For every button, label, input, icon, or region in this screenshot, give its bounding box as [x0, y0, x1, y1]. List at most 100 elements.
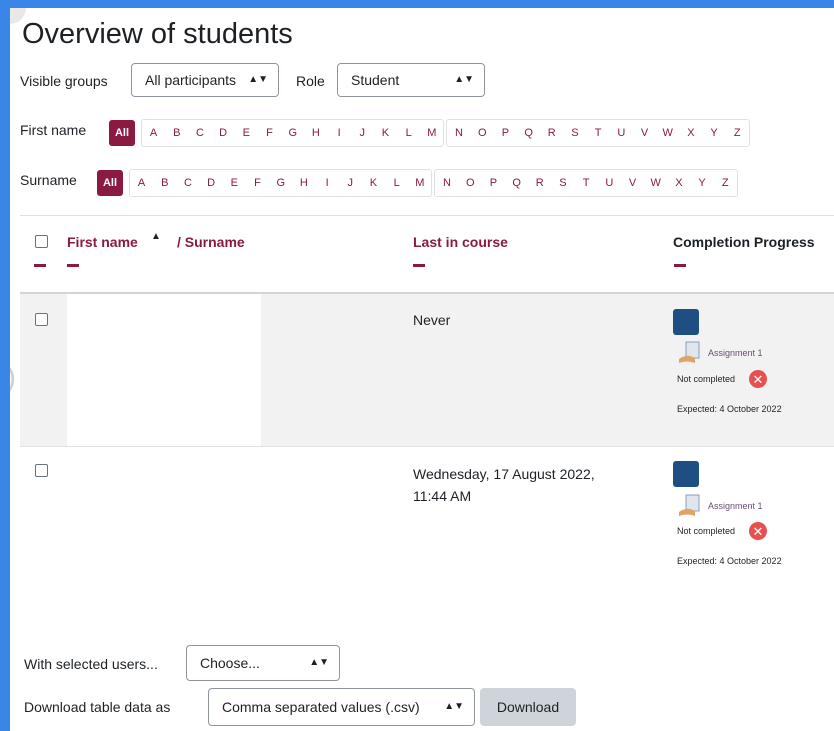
firstname-letter-p[interactable]: P [494, 120, 517, 146]
with-selected-select[interactable]: Choose... ▲▼ [186, 645, 340, 681]
not-completed-icon: ✕ [749, 370, 767, 388]
progress-block[interactable] [673, 461, 699, 487]
firstname-letter-r[interactable]: R [540, 120, 563, 146]
firstname-letter-m[interactable]: M [420, 120, 443, 146]
with-selected-value: Choose... [200, 655, 260, 671]
col-firstname-sort[interactable]: First name [67, 234, 138, 250]
firstname-letter-k[interactable]: K [374, 120, 397, 146]
firstname-letter-z[interactable]: Z [726, 120, 749, 146]
firstname-letter-s[interactable]: S [563, 120, 586, 146]
last-in-course-value: Wednesday, 17 August 2022, 11:44 AM [413, 466, 595, 504]
firstname-letter-n[interactable]: N [447, 120, 470, 146]
firstname-letter-i[interactable]: I [328, 120, 351, 146]
row-checkbox[interactable] [35, 313, 48, 326]
surname-letter-r[interactable]: R [528, 170, 551, 196]
firstname-all-button[interactable]: All [109, 120, 135, 146]
firstname-letter-g[interactable]: G [281, 120, 304, 146]
firstname-letter-o[interactable]: O [471, 120, 494, 146]
download-format-value: Comma separated values (.csv) [222, 699, 420, 715]
surname-letter-b[interactable]: B [153, 170, 176, 196]
side-handle: ) [10, 361, 16, 395]
visible-groups-select[interactable]: All participants ▲▼ [131, 63, 279, 97]
surname-initials-label: Surname [20, 172, 77, 188]
surname-letter-z[interactable]: Z [714, 170, 737, 196]
firstname-letter-h[interactable]: H [304, 120, 327, 146]
surname-letter-h[interactable]: H [292, 170, 315, 196]
surname-letter-k[interactable]: K [362, 170, 385, 196]
visible-groups-value: All participants [145, 72, 237, 88]
surname-letter-w[interactable]: W [644, 170, 667, 196]
firstname-letter-x[interactable]: X [679, 120, 702, 146]
surname-letter-s[interactable]: S [551, 170, 574, 196]
surname-letter-x[interactable]: X [667, 170, 690, 196]
surname-letter-p[interactable]: P [482, 170, 505, 196]
assignment-icon [679, 494, 700, 516]
firstname-letter-q[interactable]: Q [517, 120, 540, 146]
firstname-letter-v[interactable]: V [633, 120, 656, 146]
col-last-in-course[interactable]: Last in course [413, 234, 508, 250]
firstname-initials-bar: All ABCDEFGHIJKLMNOPQRSTUVWXYZ [109, 119, 750, 147]
firstname-letter-l[interactable]: L [397, 120, 420, 146]
divider [20, 215, 834, 216]
surname-letter-t[interactable]: T [575, 170, 598, 196]
role-value: Student [351, 72, 400, 88]
surname-letter-i[interactable]: I [316, 170, 339, 196]
surname-letter-g[interactable]: G [269, 170, 292, 196]
col-completion-progress: Completion Progress [673, 234, 815, 250]
expected-date: Expected: 4 October 2022 [677, 404, 782, 414]
firstname-initials-label: First name [20, 122, 87, 138]
role-select[interactable]: Student ▲▼ [337, 63, 485, 97]
role-label: Role [296, 73, 325, 89]
firstname-letter-a[interactable]: A [142, 120, 165, 146]
surname-letter-c[interactable]: C [176, 170, 199, 196]
completion-status: Not completed [677, 374, 736, 384]
row-checkbox[interactable] [35, 464, 48, 477]
column-hide-toggle[interactable] [67, 264, 79, 267]
surname-all-button[interactable]: All [97, 170, 123, 196]
assignment-link[interactable]: Assignment 1 [708, 501, 763, 511]
surname-letter-v[interactable]: V [621, 170, 644, 196]
download-format-select[interactable]: Comma separated values (.csv) ▲▼ [208, 688, 475, 726]
surname-initials-bar: All ABCDEFGHIJKLMNOPQRSTUVWXYZ [97, 169, 738, 197]
firstname-letter-j[interactable]: J [351, 120, 374, 146]
surname-letter-n[interactable]: N [435, 170, 458, 196]
col-surname-sort[interactable]: / Surname [177, 234, 245, 250]
firstname-letter-w[interactable]: W [656, 120, 679, 146]
column-hide-toggle[interactable] [674, 264, 686, 267]
select-arrows-icon: ▲▼ [454, 74, 474, 85]
select-all-checkbox[interactable] [35, 235, 48, 248]
progress-block[interactable] [673, 309, 699, 335]
firstname-letter-t[interactable]: T [587, 120, 610, 146]
surname-letter-y[interactable]: Y [691, 170, 714, 196]
column-hide-toggle[interactable] [34, 264, 46, 267]
row-divider [20, 446, 834, 447]
surname-letter-a[interactable]: A [130, 170, 153, 196]
surname-letter-d[interactable]: D [200, 170, 223, 196]
surname-letter-f[interactable]: F [246, 170, 269, 196]
firstname-letter-f[interactable]: F [258, 120, 281, 146]
download-button[interactable]: Download [480, 688, 576, 726]
surname-letter-e[interactable]: E [223, 170, 246, 196]
firstname-letter-u[interactable]: U [610, 120, 633, 146]
firstname-letter-b[interactable]: B [165, 120, 188, 146]
select-arrows-icon: ▲▼ [444, 701, 464, 712]
surname-letter-m[interactable]: M [408, 170, 431, 196]
completion-status: Not completed [677, 526, 736, 536]
surname-letter-u[interactable]: U [598, 170, 621, 196]
visible-groups-label: Visible groups [20, 73, 108, 89]
firstname-letter-e[interactable]: E [235, 120, 258, 146]
column-hide-toggle[interactable] [413, 264, 425, 267]
firstname-letter-y[interactable]: Y [703, 120, 726, 146]
surname-letter-j[interactable]: J [339, 170, 362, 196]
surname-letter-q[interactable]: Q [505, 170, 528, 196]
not-completed-icon: ✕ [749, 522, 767, 540]
surname-letter-o[interactable]: O [459, 170, 482, 196]
last-in-course-value: Never [413, 312, 451, 328]
select-arrows-icon: ▲▼ [309, 657, 329, 668]
surname-letters-group: ABCDEFGHIJKLM [129, 169, 433, 197]
surname-letter-l[interactable]: L [385, 170, 408, 196]
assignment-link[interactable]: Assignment 1 [708, 348, 763, 358]
firstname-letter-c[interactable]: C [188, 120, 211, 146]
page-title: Overview of students [22, 18, 293, 50]
firstname-letter-d[interactable]: D [212, 120, 235, 146]
